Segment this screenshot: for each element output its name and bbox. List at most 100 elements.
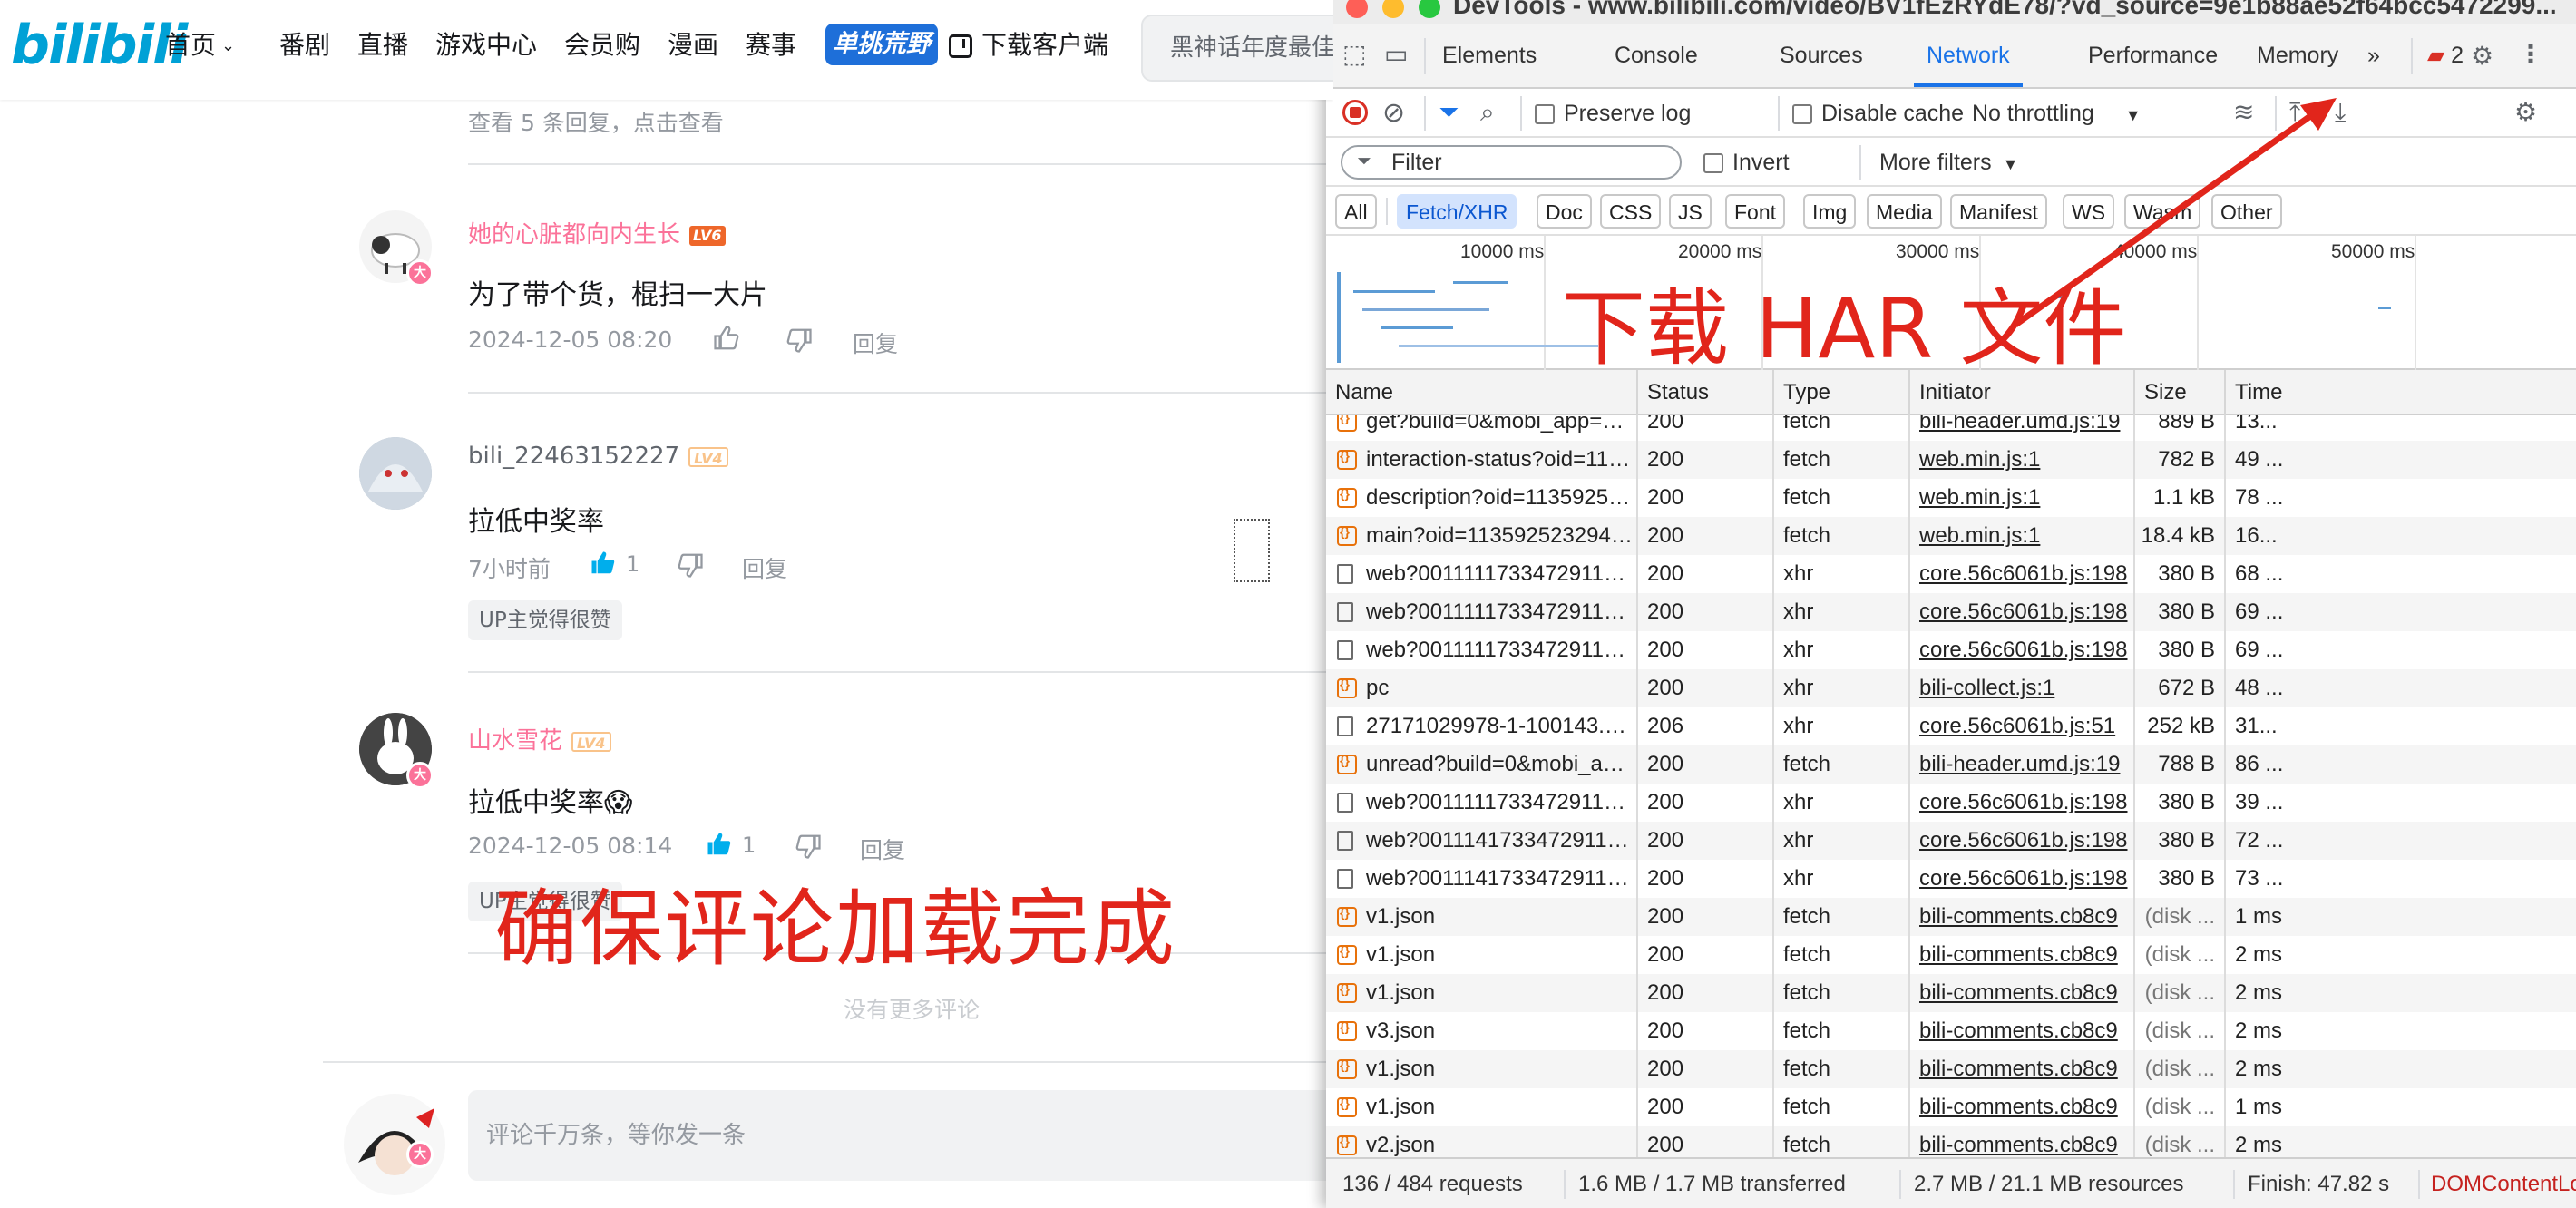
- comment-input[interactable]: 评论千万条，等你发一条: [468, 1090, 1333, 1181]
- table-row[interactable]: 27171029978-1-100143.m4s?e=ig8euxZM2rNc.…: [1326, 707, 2576, 745]
- issues-counter[interactable]: ▰ 2: [2427, 24, 2464, 87]
- type-filter-manifest[interactable]: Manifest: [1950, 194, 2047, 229]
- column-header-time[interactable]: Time: [2224, 370, 2576, 415]
- type-filter-other[interactable]: Other: [2211, 194, 2282, 229]
- type-filter-font[interactable]: Font: [1725, 194, 1786, 229]
- clear-log-icon[interactable]: ⊘: [1382, 100, 1405, 127]
- table-row[interactable]: web?001114173347291138617334729106​28|De…: [1326, 822, 2576, 860]
- tab-memory[interactable]: Memory: [2257, 24, 2338, 87]
- column-header-size[interactable]: Size: [2133, 370, 2224, 415]
- table-row[interactable]: v1.json 200 fetch bili-comments.cb8c9 (disk …: [1326, 936, 2576, 974]
- more-filters-dropdown[interactable]: More filters ▼: [1879, 138, 2018, 187]
- nav-esports[interactable]: 赛事: [746, 25, 796, 65]
- table-row[interactable]: web?001111173347291128817334729093​91|De…: [1326, 555, 2576, 593]
- table-row[interactable]: v1.json 200 fetch bili-comments.cb8c9 (disk …: [1326, 1088, 2576, 1126]
- table-row[interactable]: v3.json 200 fetch bili-comments.cb8c9 (disk …: [1326, 1012, 2576, 1050]
- network-conditions-wifi-icon[interactable]: ≋: [2233, 100, 2254, 125]
- type-filter-ws[interactable]: WS: [2063, 194, 2115, 229]
- type-filter-js[interactable]: JS: [1669, 194, 1712, 229]
- inspect-element-icon[interactable]: ⬚: [1342, 42, 1366, 67]
- reply-button[interactable]: 回复: [742, 551, 787, 584]
- preserve-log-checkbox[interactable]: Preserve log: [1535, 89, 1691, 138]
- timeline-gridline: [2197, 236, 2199, 370]
- tab-console[interactable]: Console: [1615, 24, 1698, 87]
- table-row[interactable]: get?build=0&mobi_app=web&msg_notify=1&sn…: [1326, 415, 2576, 441]
- type-filter-wasm[interactable]: Wasm: [2124, 194, 2201, 229]
- export-har-download-icon[interactable]: ⤓: [2335, 100, 2346, 125]
- type-filter-all[interactable]: All: [1335, 194, 1377, 229]
- close-window-icon[interactable]: [1346, 0, 1368, 18]
- comment-username[interactable]: 她的心脏都向内生长 LV6: [468, 216, 726, 249]
- devtools-titlebar: DevTools - www.bilibili.com/video/BV1fEz…: [1326, 0, 2576, 24]
- column-header-status[interactable]: Status: [1636, 370, 1772, 415]
- invert-checkbox[interactable]: Invert: [1703, 138, 1790, 187]
- table-row[interactable]: description?oid=113592523294448&type=1&w…: [1326, 479, 2576, 517]
- dislike-icon[interactable]: [785, 326, 813, 354]
- table-row[interactable]: pc 200 xhr bili-collect.js:1 672 B 48 ...: [1326, 669, 2576, 707]
- network-settings-gear-icon[interactable]: ⚙: [2514, 100, 2537, 125]
- search-icon[interactable]: ⌕: [1480, 100, 1495, 125]
- device-toolbar-icon[interactable]: ▭: [1384, 42, 1408, 67]
- view-more-replies[interactable]: 查看 5 条回复，点击查看: [468, 105, 724, 138]
- type-filter-doc[interactable]: Doc: [1537, 194, 1592, 229]
- settings-gear-icon[interactable]: ⚙: [2471, 44, 2493, 69]
- comment-username[interactable]: bili_22463152227 LV4: [468, 443, 728, 470]
- column-header-type[interactable]: Type: [1772, 370, 1908, 415]
- fetch-request-icon: [1337, 981, 1357, 1003]
- download-client-link[interactable]: 下载客户端: [949, 25, 1108, 65]
- kebab-menu-icon[interactable]: ⋮: [2518, 42, 2543, 67]
- filter-funnel-icon[interactable]: ⏷: [1439, 100, 1459, 125]
- type-filter-css[interactable]: CSS: [1600, 194, 1662, 229]
- my-avatar[interactable]: [340, 1090, 449, 1199]
- minimize-window-icon[interactable]: [1382, 0, 1404, 18]
- table-row[interactable]: interaction-status?oid=113592523294448&t…: [1326, 441, 2576, 479]
- column-header-initiator[interactable]: Initiator: [1908, 370, 2133, 415]
- table-row[interactable]: unread?build=0&mobi_app=web200fetchbili-…: [1326, 745, 2576, 784]
- column-header-name[interactable]: Name: [1326, 370, 1636, 415]
- nav-anime[interactable]: 番剧: [279, 25, 330, 65]
- reply-button[interactable]: 回复: [860, 833, 905, 865]
- tab-elements[interactable]: Elements: [1442, 24, 1537, 87]
- type-filter-media[interactable]: Media: [1867, 194, 1942, 229]
- search-input[interactable]: 黑神话年度最佳: [1141, 15, 1333, 82]
- reply-button[interactable]: 回复: [853, 326, 898, 359]
- table-row[interactable]: v1.json 200 fetch bili-comments.cb8c9 (disk …: [1326, 898, 2576, 936]
- nav-member-shop[interactable]: 会员购: [564, 25, 640, 65]
- like-icon-active[interactable]: [590, 550, 617, 577]
- table-row[interactable]: web?001111173347291138517334729105​79|De…: [1326, 784, 2576, 822]
- table-row[interactable]: v1.json 200 fetch bili-comments.cb8c9 (disk …: [1326, 1050, 2576, 1088]
- issues-icon: ▰: [2427, 43, 2452, 68]
- disable-cache-checkbox[interactable]: Disable cache: [1776, 89, 1964, 138]
- nav-game-center[interactable]: 游戏中心: [435, 25, 537, 65]
- comment-username[interactable]: 山水雪花 LV4: [468, 722, 611, 755]
- tab-network[interactable]: Network: [1914, 24, 2023, 87]
- bilibili-logo[interactable]: bilibili: [11, 16, 188, 74]
- import-har-upload-icon[interactable]: ⤒: [2289, 100, 2300, 125]
- record-stop-icon[interactable]: [1342, 100, 1368, 125]
- nav-live[interactable]: 直播: [357, 25, 408, 65]
- like-icon-active[interactable]: [706, 831, 733, 858]
- table-row[interactable]: main?oid=113592523294448&type=1&mode=3..…: [1326, 517, 2576, 555]
- throttling-select[interactable]: No throttling ▼: [1972, 89, 2142, 138]
- filter-input[interactable]: Filter: [1341, 145, 1682, 180]
- dislike-icon[interactable]: [795, 833, 822, 860]
- avatar[interactable]: [359, 437, 432, 510]
- more-tabs-icon[interactable]: »: [2367, 24, 2380, 87]
- dislike-icon[interactable]: [677, 551, 704, 579]
- type-filter-img[interactable]: Img: [1803, 194, 1857, 229]
- network-timeline-overview[interactable]: 10000 ms 20000 ms 30000 ms 40000 ms 5000…: [1326, 236, 2576, 377]
- nav-special-event[interactable]: 单挑荒野: [825, 24, 938, 65]
- table-row[interactable]: web?001111173347291128817334729105​79|De…: [1326, 631, 2576, 669]
- table-row[interactable]: web?001114173347291138617334729106​38|De…: [1326, 860, 2576, 898]
- table-row[interactable]: web?0011111733472911288173347290939​1|De…: [1326, 593, 2576, 631]
- type-filter-fetch-xhr[interactable]: Fetch/XHR: [1397, 194, 1517, 229]
- table-row[interactable]: v2.json 200 fetch bili-comments.cb8c9 (disk …: [1326, 1126, 2576, 1157]
- zoom-window-icon[interactable]: [1419, 0, 1440, 18]
- tab-sources[interactable]: Sources: [1780, 24, 1863, 87]
- tab-performance[interactable]: Performance: [2088, 24, 2218, 87]
- nav-manga[interactable]: 漫画: [668, 25, 718, 65]
- table-row[interactable]: v1.json 200 fetch bili-comments.cb8c9 (disk …: [1326, 974, 2576, 1012]
- nav-home[interactable]: 首页 ⌄: [165, 25, 235, 65]
- like-icon[interactable]: [713, 325, 740, 352]
- bilibili-page: bilibili 首页 ⌄ 番剧 直播 游戏中心 会员购 漫画 赛事 单挑荒野 下…: [0, 0, 1333, 1208]
